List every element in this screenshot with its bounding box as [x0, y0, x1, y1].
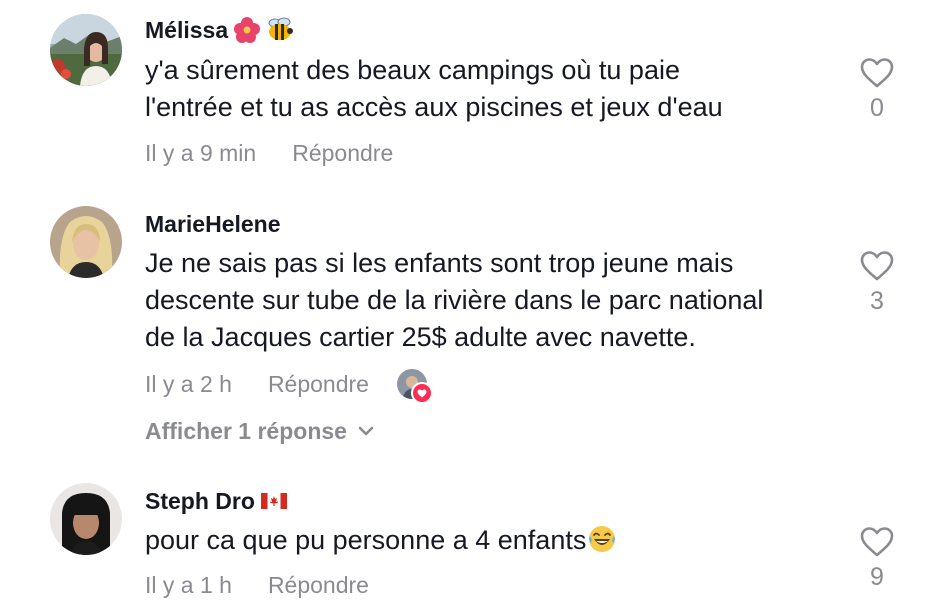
comment-text: Je ne sais pas si les enfants sont trop … [145, 245, 835, 356]
timestamp: Il y a 9 min [145, 139, 257, 166]
like-control[interactable]: 9 [852, 527, 902, 591]
comment-meta: Il y a 2 h Répondre [145, 368, 433, 404]
reply-button[interactable]: Répondre [268, 371, 369, 398]
chevron-down-icon[interactable] [357, 425, 375, 437]
username[interactable]: Steph Dro [145, 488, 255, 515]
username[interactable]: MarieHelene [145, 211, 281, 238]
avatar[interactable] [50, 483, 122, 555]
creator-liked-avatar [396, 369, 433, 404]
heart-outline-icon[interactable] [860, 58, 894, 88]
comment-text-line: de la Jacques cartier 25$ adulte avec na… [145, 322, 696, 352]
comment-text-line: descente sur tube de la rivière dans le … [145, 285, 764, 315]
bee-icon [266, 17, 294, 43]
comment-text: y'a sûrement des beaux campings où tu pa… [145, 52, 835, 126]
canada-flag-icon [260, 493, 287, 509]
view-replies-button[interactable]: Afficher 1 réponse [145, 415, 375, 447]
username-row: Steph Dro [145, 486, 287, 516]
comment-meta: Il y a 9 min Répondre [145, 137, 393, 169]
avatar[interactable] [50, 14, 122, 86]
username-row: Mélissa [145, 15, 294, 45]
comment-meta: Il y a 1 h Répondre [145, 569, 369, 601]
like-count: 9 [870, 563, 884, 591]
comment-text-content: pour ca que pu personne a 4 enfants [145, 525, 587, 555]
reply-button[interactable]: Répondre [292, 140, 393, 167]
comment-text-line: pour ca que pu personne a 4 enfants [145, 522, 835, 559]
like-control[interactable]: 0 [852, 58, 902, 122]
laughing-tears-emoji-icon [589, 526, 616, 552]
comment-text-line: y'a sûrement des beaux campings où tu pa… [145, 55, 680, 85]
reply-button[interactable]: Répondre [268, 572, 369, 599]
timestamp: Il y a 1 h [145, 571, 232, 598]
heart-icon [410, 382, 433, 404]
like-count: 0 [870, 94, 884, 122]
heart-outline-icon[interactable] [860, 251, 894, 281]
timestamp: Il y a 2 h [145, 370, 232, 397]
like-control[interactable]: 3 [852, 251, 902, 315]
comment-text-line: Je ne sais pas si les enfants sont trop … [145, 248, 734, 278]
view-replies-label[interactable]: Afficher 1 réponse [145, 418, 347, 445]
comment-text: pour ca que pu personne a 4 enfants [145, 522, 835, 559]
hibiscus-icon [234, 17, 261, 43]
like-count: 3 [870, 287, 884, 315]
username[interactable]: Mélissa [145, 17, 228, 44]
avatar[interactable] [50, 206, 122, 278]
username-row: MarieHelene [145, 209, 281, 239]
heart-outline-icon[interactable] [860, 527, 894, 557]
comment-text-line: l'entrée et tu as accès aux piscines et … [145, 92, 723, 122]
